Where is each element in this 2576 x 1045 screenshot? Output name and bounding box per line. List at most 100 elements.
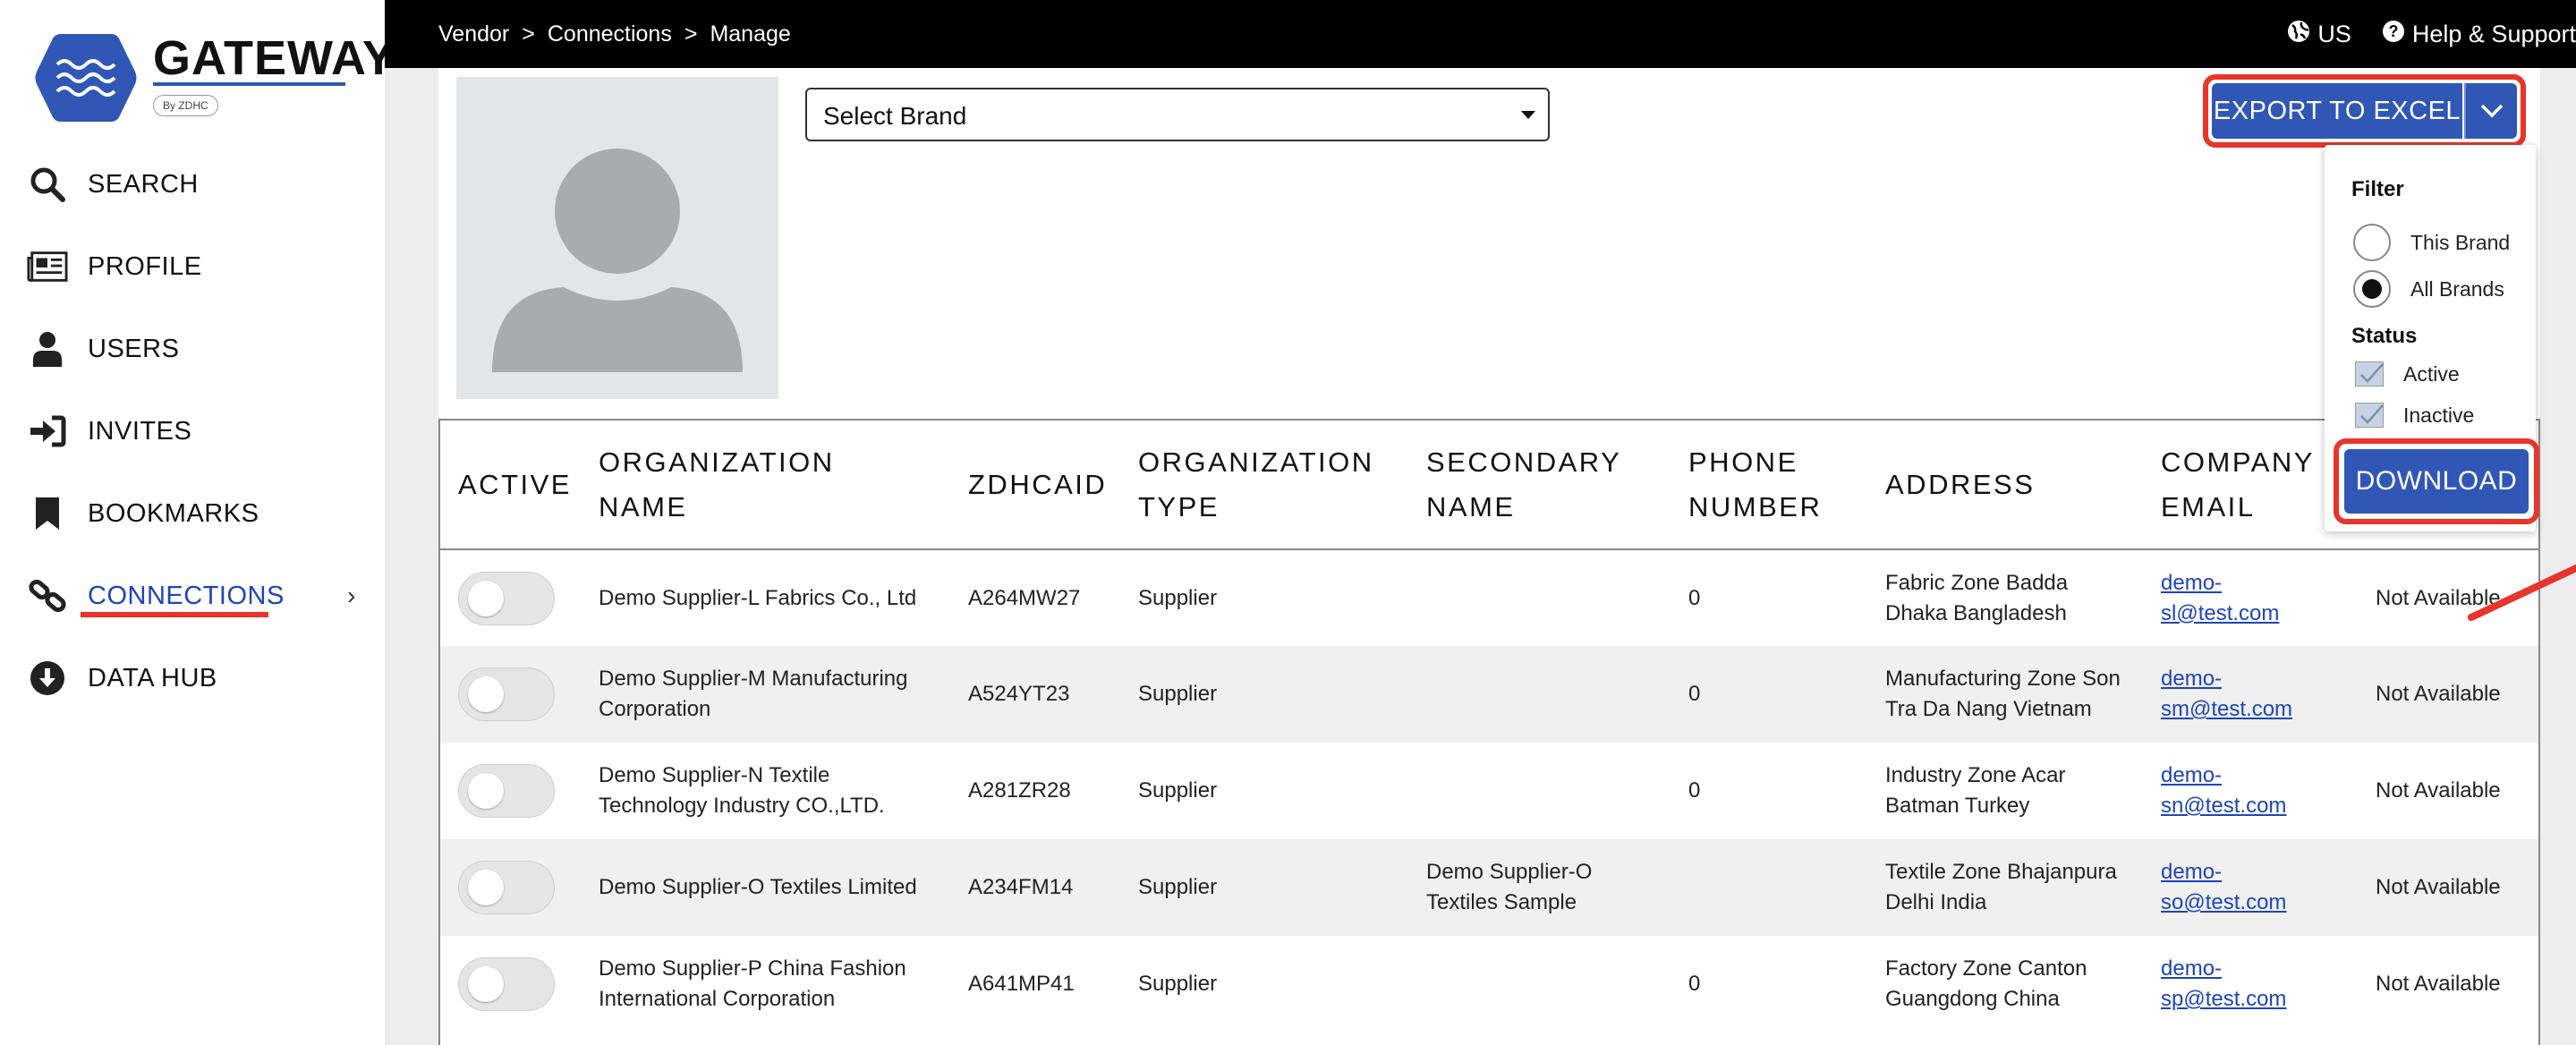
top-bar: Vendor > Connections > Manage US ? Help … bbox=[385, 0, 2576, 68]
column-header-address[interactable]: ADDRESS bbox=[1867, 421, 2143, 550]
organization-type-cell: Supplier bbox=[1138, 778, 1218, 803]
active-toggle[interactable] bbox=[458, 957, 555, 1011]
organization-type-cell: Supplier bbox=[1138, 585, 1218, 610]
active-toggle[interactable] bbox=[458, 861, 555, 914]
brand-select-value: Select Brand bbox=[823, 102, 967, 130]
email-link[interactable]: demo-sn@test.com bbox=[2161, 763, 2286, 818]
active-cell bbox=[440, 646, 581, 743]
sidebar-item-search[interactable]: SEARCH bbox=[0, 143, 385, 225]
active-cell bbox=[440, 936, 581, 1032]
column-header-phone-number[interactable]: PHONE NUMBER bbox=[1671, 421, 1867, 550]
radio-dot bbox=[2362, 279, 2382, 299]
organization-name-cell: Demo Supplier-O Textiles Limited bbox=[581, 839, 950, 936]
address-cell: Textile Zone Bhajanpura Delhi India bbox=[1867, 839, 2143, 936]
organization-name-cell: Demo Supplier-L Fabrics Co., Ltd bbox=[599, 585, 917, 610]
help-support-link[interactable]: ? Help & Support bbox=[2382, 20, 2576, 49]
caret-down-icon bbox=[1521, 111, 1535, 119]
sidebar: GATEWAY By ZDHC SEARCH PROFILE USERS INV… bbox=[0, 0, 395, 1045]
extra-cell: Not Available bbox=[2376, 778, 2501, 803]
organization-name-cell: Demo Supplier-N Textile Technology Indus… bbox=[599, 763, 885, 818]
column-header-secondary-name[interactable]: SECONDARY NAME bbox=[1408, 421, 1671, 550]
sidebar-item-connections[interactable]: CONNECTIONS › bbox=[0, 555, 385, 637]
export-to-excel-button[interactable]: EXPORT TO EXCEL bbox=[2212, 83, 2462, 139]
sidebar-item-label: BOOKMARKS bbox=[88, 498, 259, 528]
organization-name-cell: Demo Supplier-M Manufacturing Corporatio… bbox=[581, 646, 950, 743]
download-circle-icon bbox=[27, 658, 68, 699]
brand-select[interactable]: Select Brand bbox=[805, 88, 1550, 141]
breadcrumb-item-manage: Manage bbox=[710, 21, 791, 47]
filter-option-all-brands[interactable]: All Brands bbox=[2353, 270, 2504, 308]
sidebar-item-label: USERS bbox=[88, 334, 180, 363]
content-panel: Select Brand EXPORT TO EXCEL Filter This… bbox=[438, 68, 2576, 1045]
extra-cell: Not Available bbox=[2376, 972, 2501, 996]
logo-hex-icon bbox=[35, 34, 137, 122]
table-row: Demo Supplier-N Textile Technology Indus… bbox=[440, 743, 2538, 839]
breadcrumb-separator: > bbox=[522, 21, 535, 47]
zdhcaid-cell: A641MP41 bbox=[968, 972, 1075, 996]
active-toggle[interactable] bbox=[458, 571, 555, 625]
sidebar-item-profile[interactable]: PROFILE bbox=[0, 225, 385, 308]
toggle-knob bbox=[468, 773, 504, 809]
region-selector[interactable]: US bbox=[2287, 20, 2351, 49]
radio-button[interactable] bbox=[2353, 224, 2391, 261]
table-header-row: ACTIVE ORGANIZATION NAME ZDHCAID ORGANIZ… bbox=[440, 421, 2538, 550]
organization-name-cell: Demo Supplier-P China Fashion Internatio… bbox=[599, 956, 906, 1011]
address-cell: Manufacturing Zone Son Tra Da Nang Vietn… bbox=[1867, 646, 2143, 743]
active-cell bbox=[440, 549, 581, 646]
phone-number-cell bbox=[1671, 839, 1867, 936]
breadcrumb-item-connections[interactable]: Connections bbox=[548, 21, 672, 47]
active-toggle[interactable] bbox=[458, 667, 555, 721]
radio-label: This Brand bbox=[2410, 230, 2511, 254]
column-header-zdhcaid[interactable]: ZDHCAID bbox=[950, 421, 1120, 550]
sidebar-item-bookmarks[interactable]: BOOKMARKS bbox=[0, 472, 385, 555]
address-cell: Industry Zone Acar Batman Turkey bbox=[1885, 763, 2066, 818]
radio-label: All Brands bbox=[2410, 276, 2504, 301]
topbar-actions: US ? Help & Support bbox=[2287, 20, 2576, 49]
logo-title: GATEWAY bbox=[153, 31, 396, 85]
zdhcaid-cell: A264MW27 bbox=[968, 585, 1081, 610]
email-link[interactable]: demo-sl@test.com bbox=[2161, 571, 2279, 625]
sidebar-item-data-hub[interactable]: DATA HUB bbox=[0, 637, 385, 719]
question-circle-icon: ? bbox=[2382, 20, 2405, 49]
column-header-organization-type[interactable]: ORGANIZATION TYPE bbox=[1120, 421, 1408, 550]
bookmark-icon bbox=[27, 493, 68, 534]
sidebar-item-invites[interactable]: INVITES bbox=[0, 390, 385, 472]
toggle-knob bbox=[468, 580, 504, 616]
table-row: Demo Supplier-M Manufacturing Corporatio… bbox=[440, 646, 2538, 743]
newspaper-icon bbox=[27, 246, 68, 287]
column-header-active[interactable]: ACTIVE bbox=[440, 421, 581, 550]
status-heading: Status bbox=[2351, 324, 2418, 348]
download-button[interactable]: DOWNLOAD bbox=[2344, 449, 2529, 514]
email-link[interactable]: demo-so@test.com bbox=[2161, 860, 2286, 914]
check-icon bbox=[2360, 363, 2384, 383]
table-row: Demo Supplier-O Textiles Limited A234FM1… bbox=[440, 839, 2538, 936]
sidebar-item-users[interactable]: USERS bbox=[0, 308, 385, 390]
zdhcaid-cell: A281ZR28 bbox=[968, 778, 1071, 803]
status-option-inactive[interactable]: Inactive bbox=[2355, 403, 2474, 428]
extra-cell: Not Available bbox=[2358, 839, 2538, 936]
zdhcaid-cell: A524YT23 bbox=[950, 646, 1120, 743]
active-toggle[interactable] bbox=[458, 764, 555, 818]
logo-underline bbox=[153, 82, 345, 86]
phone-number-cell: 0 bbox=[1671, 646, 1867, 743]
toggle-knob bbox=[468, 966, 504, 1002]
checkbox[interactable] bbox=[2355, 403, 2384, 428]
secondary-name-cell bbox=[1408, 549, 1671, 646]
breadcrumb-item-vendor[interactable]: Vendor bbox=[438, 21, 509, 47]
radio-button-selected[interactable] bbox=[2353, 270, 2391, 308]
email-link[interactable]: demo-sm@test.com bbox=[2161, 667, 2292, 721]
company-email-cell: demo-sn@test.com bbox=[2143, 743, 2358, 839]
column-header-organization-name[interactable]: ORGANIZATION NAME bbox=[581, 421, 950, 550]
export-dropdown-toggle[interactable] bbox=[2464, 83, 2517, 139]
sidebar-item-label: PROFILE bbox=[88, 251, 202, 281]
email-link[interactable]: demo-sp@test.com bbox=[2161, 956, 2286, 1011]
checkbox[interactable] bbox=[2355, 361, 2384, 387]
gateway-logo[interactable]: GATEWAY By ZDHC bbox=[34, 30, 395, 129]
avatar-placeholder-icon bbox=[492, 149, 743, 372]
secondary-name-cell: Demo Supplier-O Textiles Sample bbox=[1408, 839, 1671, 936]
status-option-active[interactable]: Active bbox=[2355, 361, 2460, 387]
sidebar-nav: SEARCH PROFILE USERS INVITES BOOKMARKS C… bbox=[0, 143, 385, 719]
filter-option-this-brand[interactable]: This Brand bbox=[2353, 224, 2510, 261]
filter-heading: Filter bbox=[2351, 177, 2404, 201]
breadcrumb: Vendor > Connections > Manage bbox=[438, 21, 791, 47]
